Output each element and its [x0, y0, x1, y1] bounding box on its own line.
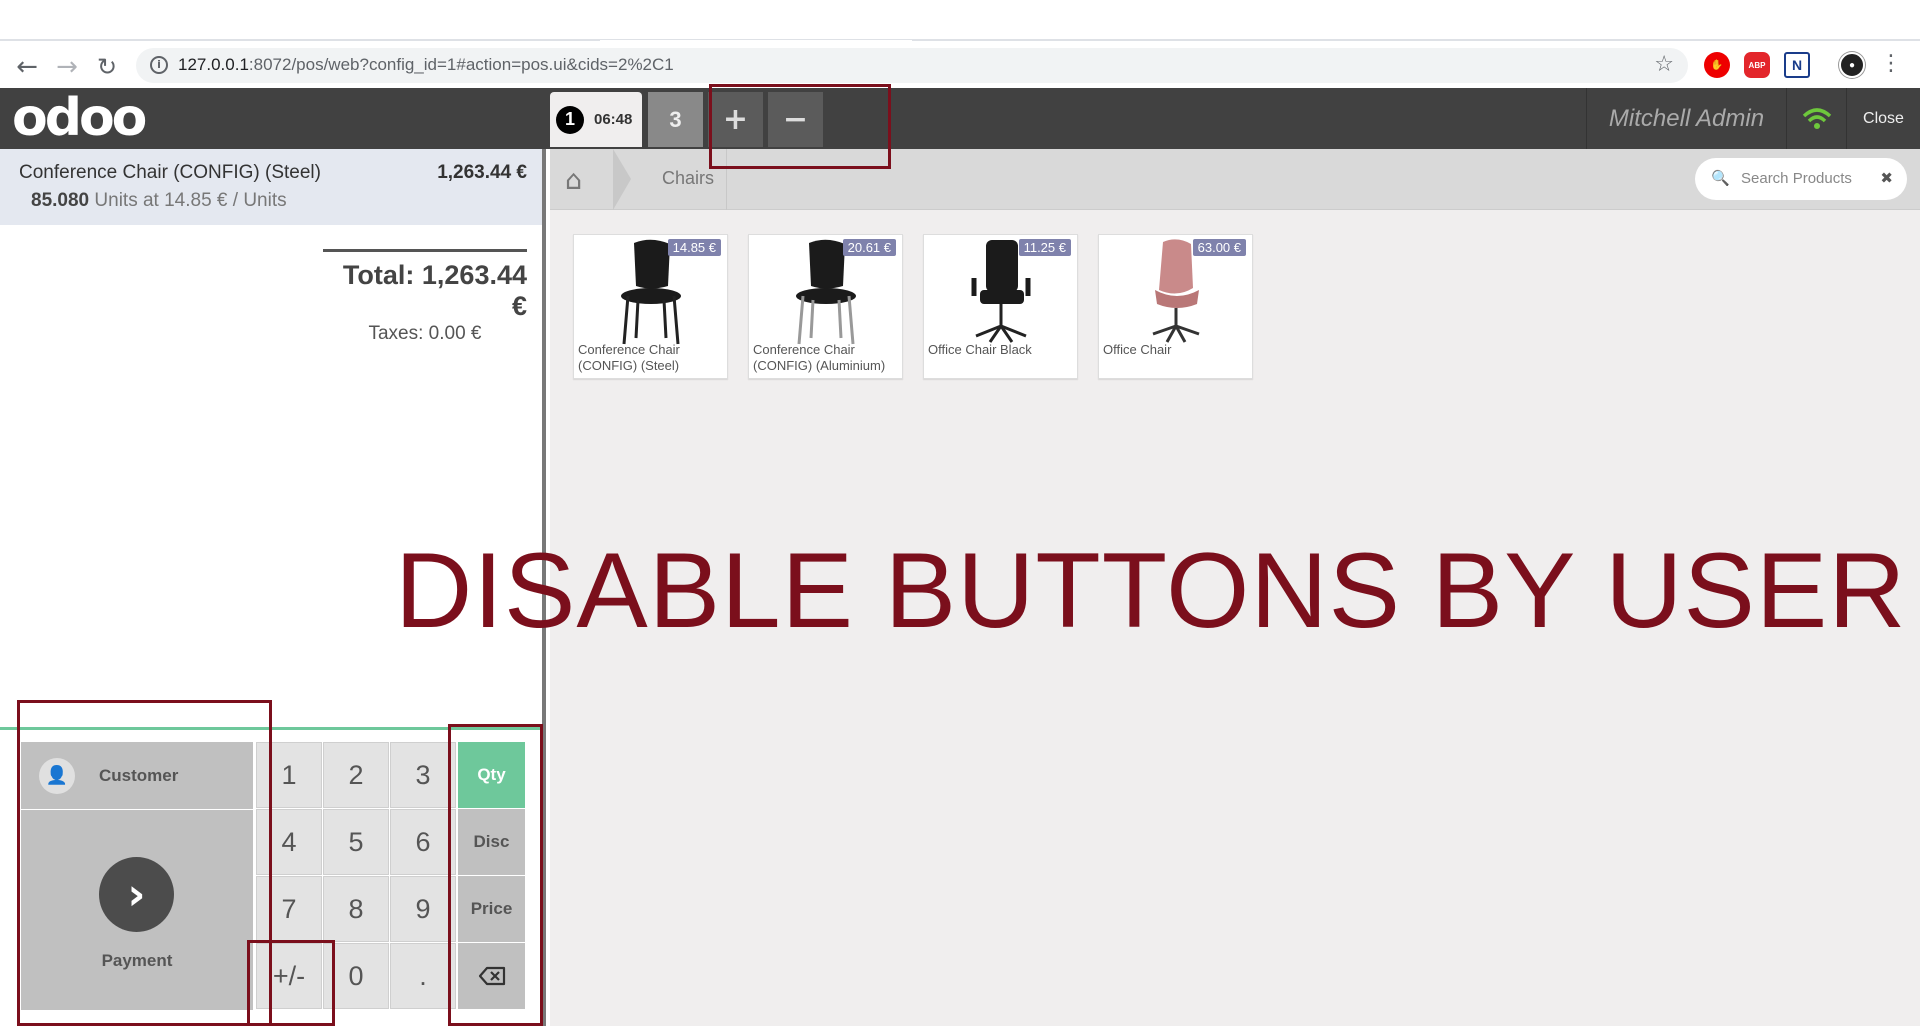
- username: Mitchell Admin: [1586, 88, 1786, 149]
- order-line[interactable]: Conference Chair (CONFIG) (Steel) 1,263.…: [0, 149, 542, 225]
- product-card[interactable]: 63.00 € Office Chair: [1098, 234, 1253, 379]
- order-line-unit-info: Units at 14.85 € / Units: [89, 190, 287, 211]
- order-line-name: Conference Chair (CONFIG) (Steel): [19, 162, 321, 183]
- close-button[interactable]: Close: [1846, 88, 1920, 149]
- search-placeholder: Search Products: [1741, 170, 1852, 187]
- breadcrumb-category[interactable]: Chairs: [662, 168, 714, 189]
- numpad-key-dot[interactable]: .: [390, 943, 456, 1009]
- pos-header: odoo 1 06:48 3 + − Mitchell Admin Close: [0, 88, 1920, 149]
- order-tab-3[interactable]: 3: [648, 92, 703, 147]
- product-card[interactable]: 14.85 € Conference Chair (CONFIG) (Steel…: [573, 234, 728, 379]
- numpad-key-8[interactable]: 8: [323, 876, 389, 942]
- numpad-key-6[interactable]: 6: [390, 809, 456, 875]
- product-price: 20.61 €: [842, 239, 896, 256]
- order-line-qty: 85.080: [31, 190, 90, 211]
- url-path: :8072/pos/web?config_id=1#action=pos.ui&…: [248, 55, 674, 74]
- clear-search-icon[interactable]: ✖: [1880, 169, 1893, 187]
- adblock-extension-icon[interactable]: ABP: [1744, 52, 1770, 78]
- breadcrumb-separator: [613, 149, 631, 210]
- search-icon: 🔍: [1711, 169, 1730, 187]
- site-info-icon[interactable]: i: [150, 56, 168, 74]
- product-price: 14.85 €: [667, 239, 721, 256]
- back-icon[interactable]: ←: [10, 50, 44, 84]
- product-name: Office Chair: [1103, 342, 1172, 357]
- browser-menu-icon[interactable]: ⋮: [1880, 51, 1902, 76]
- order-time: 06:48: [594, 111, 633, 128]
- home-icon[interactable]: ⌂: [565, 165, 582, 196]
- numpad-key-2[interactable]: 2: [323, 742, 389, 808]
- order-line-price: 1,263.44 €: [437, 162, 527, 183]
- url-host: 127.0.0.1: [178, 55, 249, 74]
- extension-n-icon[interactable]: N: [1784, 52, 1810, 78]
- profile-avatar-icon[interactable]: ●: [1839, 52, 1865, 78]
- product-name: Office Chair Black: [928, 342, 1032, 357]
- order-total: Total: 1,263.44 €: [342, 260, 527, 321]
- highlight-plus-minus-key: [247, 940, 335, 1026]
- product-card[interactable]: 20.61 € Conference Chair (CONFIG) (Alumi…: [748, 234, 903, 379]
- address-bar[interactable]: i 127.0.0.1:8072/pos/web?config_id=1#act…: [136, 48, 1688, 83]
- browser-tabstrip: [0, 0, 1920, 42]
- browser-toolbar: ← → ↻ i 127.0.0.1:8072/pos/web?config_id…: [0, 43, 1920, 88]
- product-price: 11.25 €: [1018, 239, 1071, 256]
- numpad-key-9[interactable]: 9: [390, 876, 456, 942]
- wifi-icon: [1786, 88, 1846, 149]
- annotation-title: DISABLE BUTTONS BY USER: [395, 530, 1907, 650]
- highlight-customer-payment: [17, 700, 272, 1026]
- order-line-info: 85.080 Units at 14.85 € / Units: [31, 190, 287, 212]
- numpad-key-3[interactable]: 3: [390, 742, 456, 808]
- order-number-badge: 1: [556, 105, 584, 134]
- product-name: Conference Chair (CONFIG) (Aluminium): [753, 342, 886, 373]
- highlight-order-buttons: [709, 84, 891, 169]
- order-summary: Total: 1,263.44 € Taxes: 0.00 €: [323, 249, 527, 345]
- url-text[interactable]: 127.0.0.1:8072/pos/web?config_id=1#actio…: [178, 55, 674, 75]
- order-taxes: Taxes: 0.00 €: [368, 323, 482, 344]
- product-price: 63.00 €: [1192, 239, 1246, 256]
- extension-stop-icon[interactable]: ✋: [1704, 52, 1730, 78]
- product-name: Conference Chair (CONFIG) (Steel): [578, 342, 680, 373]
- product-card[interactable]: 11.25 € Office Chair Black: [923, 234, 1078, 379]
- reload-icon[interactable]: ↻: [90, 50, 124, 84]
- odoo-logo: odoo: [12, 88, 147, 148]
- numpad-key-5[interactable]: 5: [323, 809, 389, 875]
- search-input[interactable]: 🔍 Search Products ✖: [1695, 158, 1907, 200]
- forward-icon[interactable]: →: [50, 50, 84, 84]
- order-tab-active[interactable]: 1 06:48: [550, 92, 642, 147]
- active-tab-indicator: [600, 40, 912, 42]
- highlight-mode-keys: [448, 724, 543, 1026]
- bookmark-star-icon[interactable]: ☆: [1654, 52, 1674, 77]
